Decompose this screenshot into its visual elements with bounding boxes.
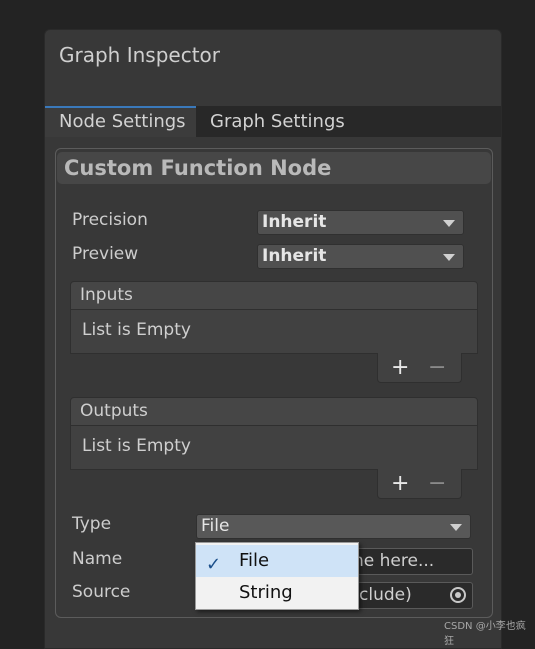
precision-label: Precision: [72, 210, 148, 230]
preview-value: Inherit: [262, 246, 327, 266]
type-dropdown[interactable]: File: [196, 514, 471, 539]
tab-graph-settings[interactable]: Graph Settings: [196, 106, 376, 137]
panel-title: Graph Inspector: [59, 43, 220, 67]
inputs-add-button[interactable]: +: [391, 355, 409, 380]
type-label: Type: [72, 514, 112, 534]
type-dropdown-menu: ✓ File String: [195, 542, 359, 610]
tab-node-settings[interactable]: Node Settings: [45, 106, 196, 137]
preview-dropdown[interactable]: Inherit: [257, 244, 464, 269]
watermark: CSDN @小李也疯狂: [444, 621, 526, 647]
source-field-text: clude): [359, 585, 412, 605]
name-label: Name: [72, 549, 123, 569]
inputs-list-empty: List is Empty: [70, 310, 478, 354]
outputs-add-button[interactable]: +: [391, 471, 409, 496]
menu-item-string[interactable]: String: [196, 577, 358, 609]
outputs-list-empty: List is Empty: [70, 426, 478, 470]
object-picker-icon[interactable]: [450, 587, 466, 603]
preview-label: Preview: [72, 244, 139, 264]
outputs-add-remove: + −: [377, 469, 462, 499]
precision-dropdown[interactable]: Inherit: [257, 210, 464, 235]
outputs-list-header: Outputs: [70, 397, 478, 426]
menu-item-label: File: [239, 550, 270, 571]
menu-item-file[interactable]: ✓ File: [196, 545, 358, 577]
node-title: Custom Function Node: [64, 156, 332, 180]
inputs-list-header: Inputs: [70, 281, 478, 310]
menu-item-label: String: [239, 582, 293, 603]
outputs-remove-button[interactable]: −: [428, 471, 446, 496]
inputs-remove-button[interactable]: −: [428, 355, 446, 380]
source-label: Source: [72, 582, 131, 602]
name-input-text: ne here...: [353, 551, 435, 571]
chevron-down-icon: [443, 220, 455, 227]
type-value: File: [201, 516, 230, 536]
inputs-add-remove: + −: [377, 353, 462, 383]
chevron-down-icon: [443, 254, 455, 261]
chevron-down-icon: [450, 524, 462, 531]
precision-value: Inherit: [262, 212, 327, 232]
